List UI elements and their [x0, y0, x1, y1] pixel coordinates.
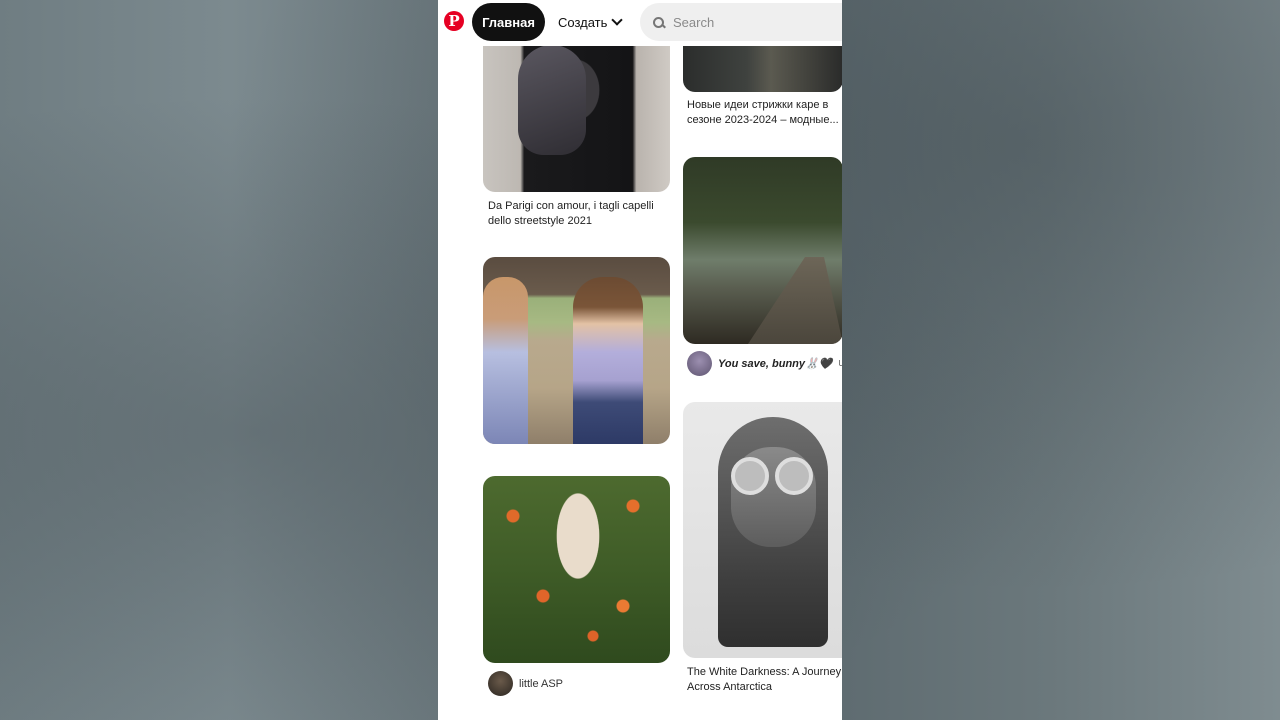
author-suffix: UA	[838, 359, 842, 368]
pinterest-logo-icon[interactable]: P	[444, 11, 464, 31]
pin-image-bridge[interactable]	[683, 157, 842, 344]
chevron-down-icon	[611, 14, 624, 26]
pinterest-feed: P Главная Создать Da Parigi con amour, i…	[438, 0, 842, 720]
author-name: You save, bunny🐰🖤	[718, 358, 833, 370]
pin-image-explorer[interactable]	[683, 402, 842, 658]
pin-image-haircut[interactable]	[683, 40, 842, 92]
avatar	[687, 351, 712, 376]
pin-title[interactable]: The White Darkness: A Journey Across Ant…	[687, 665, 842, 695]
author-name: little ASP	[519, 677, 564, 690]
home-button[interactable]: Главная	[472, 3, 545, 41]
pin-author[interactable]: little ASP	[488, 671, 563, 696]
avatar	[488, 671, 513, 696]
pin-image-oranges[interactable]	[483, 476, 670, 663]
pin-image-girls[interactable]	[483, 257, 670, 444]
pin-author[interactable]: You save, bunny🐰🖤 UA	[687, 351, 842, 376]
search-input[interactable]	[671, 13, 835, 31]
search-icon	[653, 16, 666, 28]
create-label: Создать	[558, 14, 608, 30]
pin-title[interactable]: Da Parigi con amour, i tagli capelli del…	[488, 199, 668, 229]
search-bar[interactable]	[640, 3, 842, 41]
top-nav: P Главная Создать	[438, 0, 842, 46]
create-dropdown[interactable]: Создать	[552, 3, 627, 41]
pin-title[interactable]: Новые идеи стрижки каре в сезоне 2023-20…	[687, 98, 842, 128]
